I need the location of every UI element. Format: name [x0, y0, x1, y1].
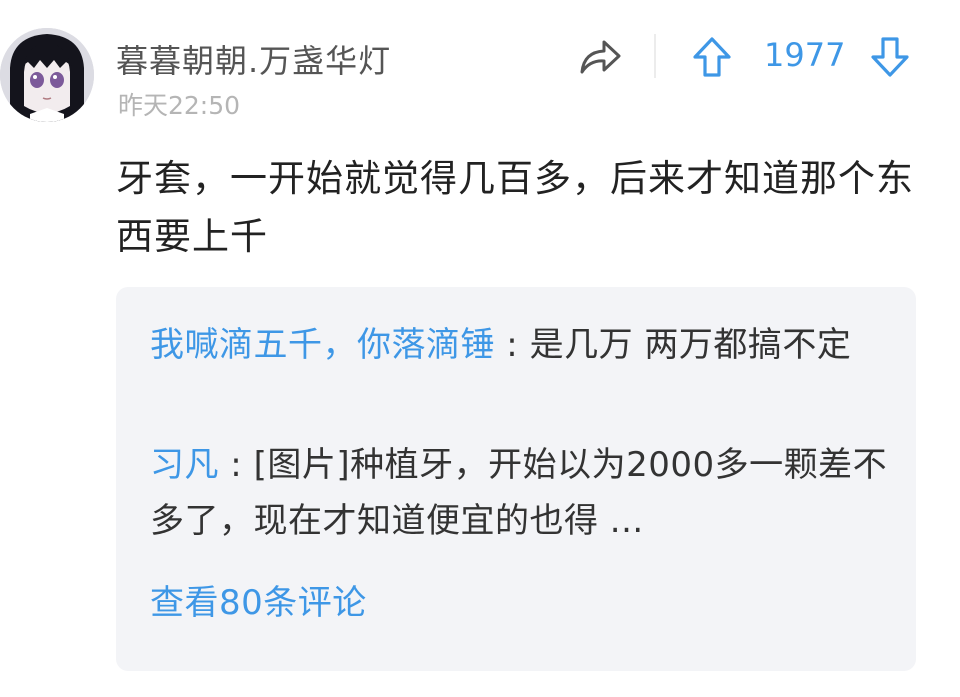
reply-author[interactable]: 习凡 — [150, 445, 219, 485]
username[interactable]: 暮暮朝朝.万盏华灯 — [116, 36, 391, 82]
arrow-down-icon — [871, 37, 909, 77]
downvote-button[interactable] — [870, 36, 910, 78]
reply-box[interactable]: 我喊滴五千，你落滴锤 : 是几万 两万都搞不定 习凡 : [图片]种植牙，开始以… — [116, 287, 916, 671]
reply-item[interactable]: 习凡 : [图片]种植牙，开始以为2000多一颗差不多了，现在才知道便宜的也得 … — [150, 437, 890, 549]
view-more-comments-link[interactable]: 查看80条评论 — [150, 575, 367, 624]
arrow-up-icon — [693, 37, 731, 77]
avatar[interactable] — [0, 28, 94, 122]
reply-author[interactable]: 我喊滴五千，你落滴锤 — [150, 325, 495, 365]
upvote-button[interactable] — [692, 36, 732, 78]
vote-count: 1977 — [764, 36, 846, 74]
share-button[interactable] — [578, 38, 622, 76]
divider — [654, 34, 656, 78]
reply-item[interactable]: 我喊滴五千，你落滴锤 : 是几万 两万都搞不定 — [150, 317, 890, 373]
timestamp: 昨天22:50 — [118, 91, 241, 120]
reply-text: 是几万 两万都搞不定 — [529, 325, 852, 365]
reply-separator: : — [219, 445, 254, 485]
comment-content: 牙套，一开始就觉得几百多，后来才知道那个东西要上千 — [116, 157, 914, 258]
share-arrow-icon — [580, 40, 621, 74]
reply-separator: : — [495, 325, 530, 365]
reply-text: [图片]种植牙，开始以为2000多一颗差不多了，现在才知道便宜的也得 ... — [150, 445, 888, 541]
